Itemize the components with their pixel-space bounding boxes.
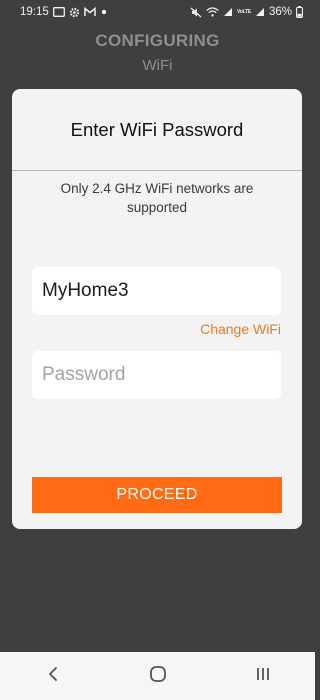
proceed-button[interactable]: PROCEED [32,477,282,513]
wifi-name-value: MyHome3 [42,280,129,301]
recents-icon [255,666,271,687]
notification-dot-icon [100,8,108,16]
app-screen: 19:15 VoLTE 36% CONFIGURING WiFi Enter W… [0,0,315,700]
back-icon [47,666,59,687]
wifi-icon [206,7,219,17]
status-bar: 19:15 VoLTE 36% [0,0,315,24]
dialog-title: Enter WiFi Password [70,119,244,140]
password-input[interactable] [42,364,271,386]
status-time: 19:15 [20,6,49,18]
signal-icon [223,7,233,17]
battery-icon [296,6,303,18]
signal-icon [255,7,265,17]
home-button[interactable] [138,656,178,696]
page-title: CONFIGURING [95,31,220,50]
volte-label: VoLTE [236,9,251,15]
change-wifi-link[interactable]: Change WiFi [200,321,281,337]
wifi-name-field[interactable]: MyHome3 [32,267,281,315]
system-nav-bar [0,652,315,700]
page-subtitle: WiFi [142,57,173,74]
network-requirement-note: Only 2.4 GHz WiFi networks are supported [60,181,254,215]
recents-button[interactable] [243,656,283,696]
battery-percent: 36% [268,6,292,18]
home-icon [149,665,167,688]
settings-gear-icon [69,7,80,18]
screenshot-icon [52,7,65,17]
dialog-divider [12,170,302,171]
mute-icon [190,7,202,18]
password-field-container [32,351,281,399]
wifi-password-dialog: Enter WiFi Password Only 2.4 GHz WiFi ne… [12,89,302,529]
gmail-icon [84,7,96,17]
back-button[interactable] [33,656,73,696]
